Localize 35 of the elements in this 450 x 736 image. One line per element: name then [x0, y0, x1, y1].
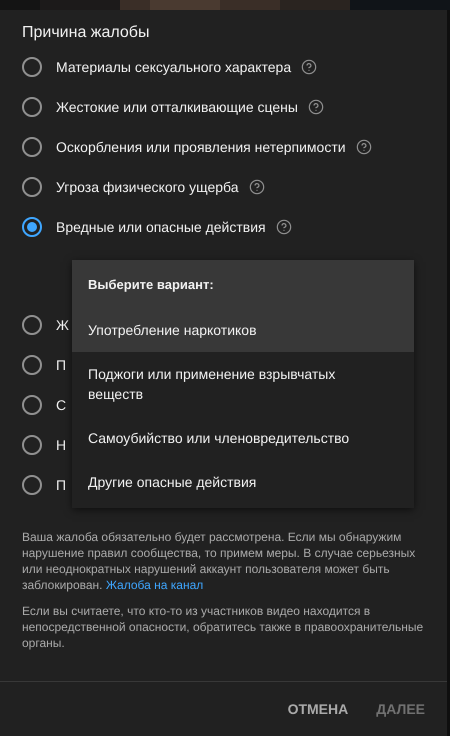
reason-label: П — [56, 477, 66, 493]
help-icon[interactable] — [301, 59, 318, 75]
reason-label: Ж — [56, 317, 69, 333]
help-icon[interactable] — [356, 139, 372, 155]
menu-item[interactable]: Другие опасные действия — [72, 460, 414, 504]
radio-button[interactable] — [22, 315, 42, 335]
help-icon[interactable] — [276, 219, 292, 235]
radio-button[interactable] — [22, 395, 42, 415]
menu-item[interactable]: Самоубийство или членовредительство — [72, 416, 414, 460]
dialog-button[interactable]: ОТМЕНА — [280, 693, 356, 725]
menu-item[interactable]: Поджоги или применение взрывчатых веществ — [72, 352, 414, 416]
reason-label: Жестокие или отталкивающие сцены — [56, 99, 298, 115]
reason-label: Угроза физического ущерба — [56, 179, 238, 195]
note-text: Если вы считаете, что кто-то из участников видео находится в непосредственной опасности, обратитесь также в правоохранительные органы. — [22, 603, 424, 651]
radio-button[interactable] — [22, 137, 42, 157]
menu-heading: Выберите вариант: — [72, 260, 414, 308]
radio-button[interactable] — [22, 97, 42, 117]
help-icon[interactable] — [308, 99, 324, 115]
menu-item[interactable]: Употребление наркотиков — [72, 308, 414, 352]
reason-label: Вредные или опасные действия — [56, 219, 266, 235]
radio-button[interactable] — [22, 435, 42, 455]
reason-label: С — [56, 397, 66, 413]
radio-button[interactable] — [22, 177, 42, 197]
reason-label: П — [56, 357, 66, 373]
radio-button[interactable] — [22, 355, 42, 375]
radio-button[interactable] — [22, 57, 42, 77]
notice-text: Ваша жалоба обязательно будет рассмотрена. Если мы обнаружим нарушение правил сообщества, то примем меры. В случае серьезных или неоднократных нарушений аккаунт пользователя может быть заблокирован. Жалоба на канал — [22, 529, 416, 593]
reason-label: Оскорбления или проявления нетерпимости — [56, 139, 346, 155]
radio-button[interactable] — [22, 217, 42, 237]
report-channel-link[interactable]: Жалоба на канал — [106, 578, 204, 592]
dialog-title: Причина жалобы — [21, 23, 150, 43]
help-icon[interactable] — [248, 179, 264, 195]
reason-label: Н — [56, 437, 66, 453]
reason-label: Материалы сексуального характера — [56, 59, 292, 75]
radio-button[interactable] — [22, 475, 42, 495]
